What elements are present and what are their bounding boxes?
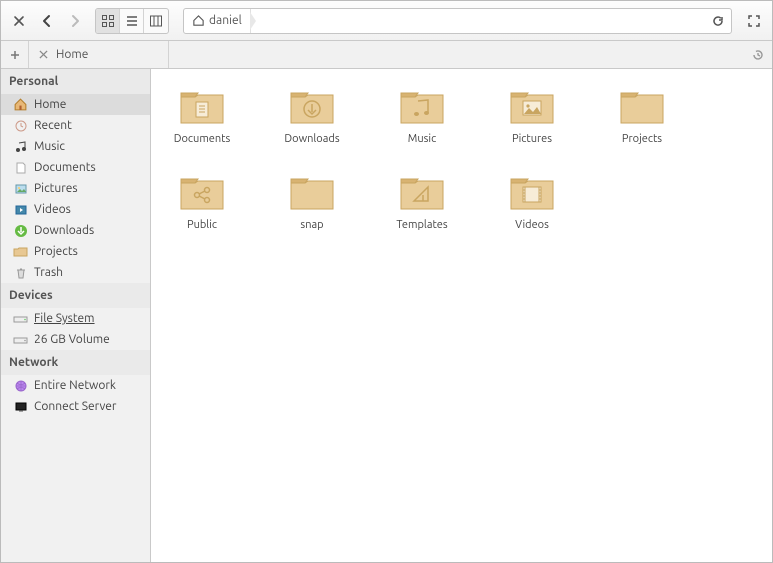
- sidebar-label: Entire Network: [34, 379, 116, 392]
- home-icon: [192, 14, 205, 27]
- close-button[interactable]: [7, 9, 31, 33]
- folder-item[interactable]: Documents: [167, 87, 237, 145]
- document-icon: [13, 160, 28, 175]
- folder-item[interactable]: Music: [387, 87, 457, 145]
- folder-item[interactable]: snap: [277, 173, 347, 231]
- sidebar-label: Videos: [34, 203, 71, 216]
- folder-label: Documents: [174, 133, 231, 145]
- list-view-button[interactable]: [120, 9, 144, 33]
- history-button[interactable]: [744, 41, 772, 68]
- sidebar-item-projects[interactable]: Projects: [1, 241, 150, 262]
- folder-label: Videos: [515, 219, 549, 231]
- folder-label: Public: [187, 219, 217, 231]
- path-crumb-label: daniel: [209, 14, 242, 27]
- new-tab-button[interactable]: [1, 41, 29, 68]
- drive-icon: [13, 332, 28, 347]
- sidebar-item-trash[interactable]: Trash: [1, 262, 150, 283]
- folder-label: snap: [300, 219, 323, 231]
- top-toolbar: daniel: [1, 1, 772, 41]
- sidebar-label: Pictures: [34, 182, 78, 195]
- sidebar-label: File System: [34, 312, 95, 325]
- sidebar: Personal Home Recent Music Documents Pic…: [1, 69, 151, 562]
- sidebar-label: Projects: [34, 245, 78, 258]
- forward-button[interactable]: [63, 9, 87, 33]
- folder-icon: [618, 87, 666, 127]
- sidebar-item-network[interactable]: Entire Network: [1, 375, 150, 396]
- sidebar-label: Music: [34, 140, 65, 153]
- content-pane[interactable]: Documents Downloads Music Pictures Projects P…: [151, 69, 772, 562]
- folder-grid: Documents Downloads Music Pictures Projects P…: [161, 87, 762, 231]
- sidebar-section-network: Network: [1, 350, 150, 375]
- tab-strip: Home: [1, 41, 772, 69]
- sidebar-section-personal: Personal: [1, 69, 150, 94]
- folder-icon: [178, 87, 226, 127]
- videos-icon: [13, 202, 28, 217]
- server-icon: [13, 399, 28, 414]
- sidebar-label: Connect Server: [34, 400, 116, 413]
- back-button[interactable]: [35, 9, 59, 33]
- tab-close-icon[interactable]: [39, 50, 48, 59]
- sidebar-label: Documents: [34, 161, 96, 174]
- sidebar-label: Downloads: [34, 224, 94, 237]
- icon-view-button[interactable]: [96, 9, 120, 33]
- sidebar-item-music[interactable]: Music: [1, 136, 150, 157]
- folder-icon: [178, 173, 226, 213]
- sidebar-item-videos[interactable]: Videos: [1, 199, 150, 220]
- folder-item[interactable]: Pictures: [497, 87, 567, 145]
- download-icon: [13, 223, 28, 238]
- folder-icon: [288, 87, 336, 127]
- sidebar-item-downloads[interactable]: Downloads: [1, 220, 150, 241]
- sidebar-label: Home: [34, 98, 66, 111]
- folder-icon: [13, 244, 28, 259]
- sidebar-label: 26 GB Volume: [34, 333, 110, 346]
- pictures-icon: [13, 181, 28, 196]
- folder-label: Templates: [396, 219, 447, 231]
- column-view-button[interactable]: [144, 9, 168, 33]
- folder-icon: [398, 173, 446, 213]
- folder-icon: [508, 87, 556, 127]
- main-area: Personal Home Recent Music Documents Pic…: [1, 69, 772, 562]
- sidebar-item-pictures[interactable]: Pictures: [1, 178, 150, 199]
- sidebar-item-documents[interactable]: Documents: [1, 157, 150, 178]
- folder-label: Downloads: [284, 133, 339, 145]
- folder-label: Pictures: [512, 133, 552, 145]
- sidebar-item-connect-server[interactable]: Connect Server: [1, 396, 150, 417]
- sidebar-label: Trash: [34, 266, 63, 279]
- reload-button[interactable]: [705, 14, 731, 28]
- tab-label: Home: [56, 48, 88, 61]
- sidebar-section-devices: Devices: [1, 283, 150, 308]
- folder-icon: [508, 173, 556, 213]
- folder-item[interactable]: Downloads: [277, 87, 347, 145]
- folder-label: Projects: [622, 133, 662, 145]
- folder-label: Music: [408, 133, 436, 145]
- trash-icon: [13, 265, 28, 280]
- view-mode-group: [95, 8, 169, 34]
- folder-item[interactable]: Public: [167, 173, 237, 231]
- music-icon: [13, 139, 28, 154]
- sidebar-item-volume[interactable]: 26 GB Volume: [1, 329, 150, 350]
- folder-item[interactable]: Projects: [607, 87, 677, 145]
- folder-item[interactable]: Templates: [387, 173, 457, 231]
- folder-item[interactable]: Videos: [497, 173, 567, 231]
- globe-icon: [13, 378, 28, 393]
- path-bar[interactable]: daniel: [183, 8, 732, 34]
- sidebar-item-recent[interactable]: Recent: [1, 115, 150, 136]
- sidebar-item-filesystem[interactable]: File System: [1, 308, 150, 329]
- sidebar-item-home[interactable]: Home: [1, 94, 150, 115]
- drive-icon: [13, 311, 28, 326]
- tab-home[interactable]: Home: [29, 41, 169, 68]
- sidebar-label: Recent: [34, 119, 72, 132]
- path-crumb-home[interactable]: daniel: [184, 9, 251, 33]
- folder-icon: [398, 87, 446, 127]
- clock-icon: [13, 118, 28, 133]
- fullscreen-button[interactable]: [742, 9, 766, 33]
- home-icon: [13, 97, 28, 112]
- folder-icon: [288, 173, 336, 213]
